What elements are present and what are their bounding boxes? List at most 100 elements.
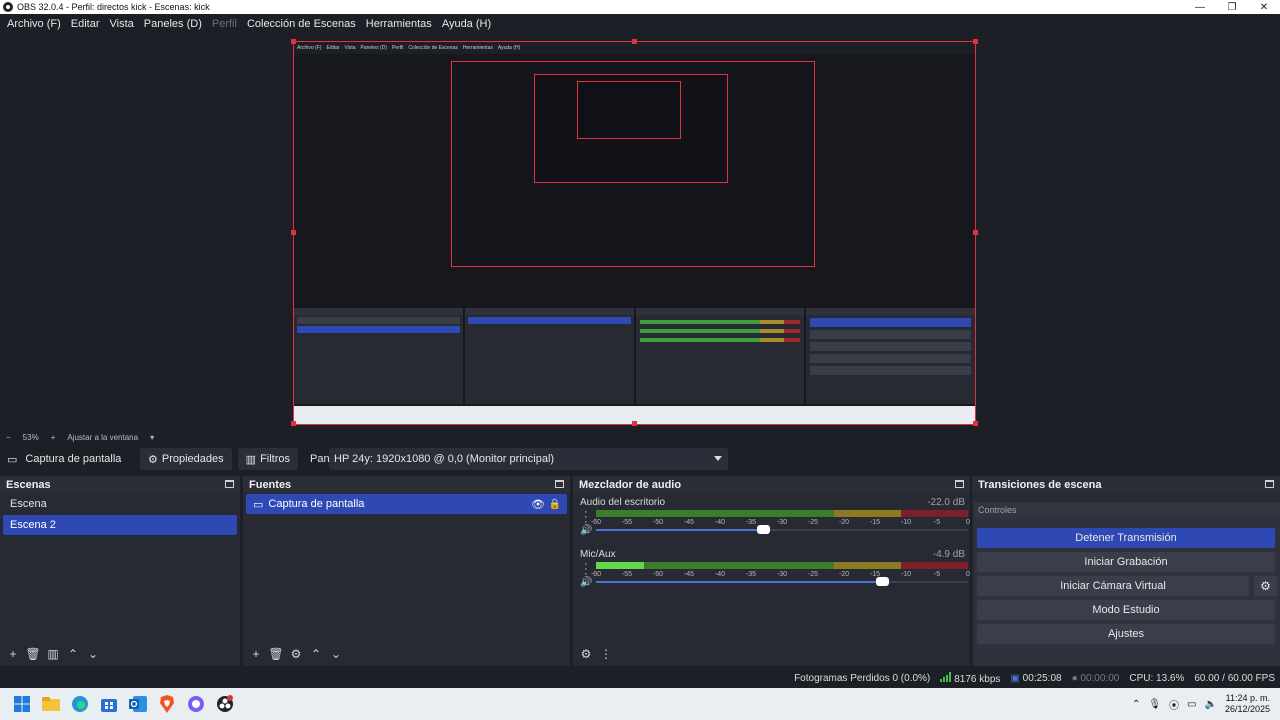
stop-stream-button[interactable]: Detener Transmisión <box>977 528 1275 548</box>
undock-icon[interactable] <box>555 480 564 488</box>
nested-docks <box>294 308 975 404</box>
trash-icon[interactable]: 🗑 <box>268 647 283 661</box>
clock-time: 11:24 p. m. <box>1225 693 1270 703</box>
undock-icon[interactable] <box>1265 480 1274 488</box>
move-down-icon[interactable]: ⌄ <box>86 647 100 661</box>
window-title: OBS 32.0.4 - Perfil: directos kick - Esc… <box>17 2 210 12</box>
display-icon[interactable]: ▭ <box>1187 699 1196 710</box>
resize-handle[interactable] <box>291 421 296 426</box>
source-item[interactable]: ▭ Captura de pantalla 👁 🔒 <box>246 494 567 514</box>
nested-menu-item: Perfil <box>391 45 404 51</box>
obs-taskbar-icon[interactable] <box>210 690 239 719</box>
volume-meter <box>596 510 968 517</box>
menu-item[interactable]: Editar <box>66 18 105 30</box>
volume-slider[interactable] <box>596 577 968 586</box>
messenger-icon[interactable] <box>181 690 210 719</box>
scene-filters-icon[interactable]: ▥ <box>46 647 60 661</box>
add-icon[interactable]: + <box>6 647 20 661</box>
scenes-dock-header: Escenas <box>0 476 240 493</box>
resize-handle[interactable] <box>632 421 637 426</box>
channel-menu-icon[interactable]: · · · <box>584 559 588 580</box>
selected-source-name: Captura de pantalla <box>25 453 122 465</box>
outlook-icon[interactable] <box>123 690 152 719</box>
start-virtual-camera-button[interactable]: Iniciar Cámara Virtual <box>977 576 1249 596</box>
windows-start-icon[interactable] <box>7 690 36 719</box>
lock-icon[interactable]: 🔒 <box>549 499 561 510</box>
sources-dock: Fuentes ▭ Captura de pantalla 👁 🔒 + 🗑 ⚙ … <box>243 476 570 666</box>
resize-handle[interactable] <box>973 421 978 426</box>
volume-slider-handle[interactable] <box>757 525 771 534</box>
meter-tick-label: -15 <box>869 519 881 526</box>
transitions-title: Transiciones de escena <box>978 478 1102 491</box>
undock-icon[interactable] <box>955 480 964 488</box>
volume-slider[interactable] <box>596 525 968 534</box>
speaker-icon[interactable]: 🔊 <box>580 577 592 588</box>
menu-item[interactable]: Colección de Escenas <box>242 18 361 30</box>
edge-browser-icon[interactable] <box>65 690 94 719</box>
monitor-icon: ▭ <box>253 498 264 511</box>
gear-icon[interactable]: ⚙ <box>289 647 303 661</box>
network-icon[interactable]: ⦿ <box>1169 697 1179 712</box>
fit-to-window-button[interactable]: Ajustar a la ventana <box>67 433 138 442</box>
close-button[interactable]: ✕ <box>1248 2 1280 13</box>
resize-handle[interactable] <box>291 39 296 44</box>
undock-icon[interactable] <box>225 480 234 488</box>
eye-icon[interactable]: 👁 <box>531 498 545 511</box>
zoom-dropdown-icon[interactable]: ▾ <box>150 433 154 442</box>
audio-channel: Mic/Aux -4.9 dB · · · -60 -55 -50 -45 -40 -35 -30 -2… <box>573 545 970 597</box>
scene-item[interactable]: Escena <box>3 494 237 514</box>
preview-canvas[interactable]: Archivo (F) Editar Vista Paneles (D) Perfil C… <box>293 41 976 425</box>
menu-item[interactable]: Herramientas <box>361 18 437 30</box>
resize-handle[interactable] <box>973 39 978 44</box>
stream-time: ▣ 00:25:08 <box>1010 673 1061 684</box>
menu-item[interactable]: Archivo (F) <box>2 18 66 30</box>
meter-ticks: -60 -55 -50 -45 -40 -35 -30 -25 -20 -15 -10 -5 0 <box>591 519 970 529</box>
menu-item[interactable]: Perfil <box>207 18 242 30</box>
zoom-out-button[interactable]: − <box>6 433 11 442</box>
restore-button[interactable]: ❐ <box>1216 2 1248 13</box>
move-up-icon[interactable]: ⌃ <box>66 647 80 661</box>
bitrate-value: 8176 kbps <box>954 673 1001 685</box>
chevron-up-icon[interactable]: ⌃ <box>1132 699 1140 710</box>
minimize-button[interactable]: — <box>1184 2 1216 13</box>
filters-button[interactable]: ▥ Filtros <box>237 448 299 470</box>
meter-tick-label: -35 <box>745 519 757 526</box>
virtual-camera-settings-button[interactable]: ⚙ <box>1254 576 1277 596</box>
brave-browser-icon[interactable] <box>152 690 181 719</box>
move-down-icon[interactable]: ⌄ <box>329 647 343 661</box>
menu-item[interactable]: Vista <box>105 18 139 30</box>
nested-menu-item: Vista <box>344 45 356 51</box>
meter-tick-label: -25 <box>807 519 819 526</box>
resize-handle[interactable] <box>973 230 978 235</box>
add-icon[interactable]: + <box>249 647 263 661</box>
mixer-menu-icon[interactable]: ⋮ <box>599 647 613 661</box>
display-select[interactable]: HP 24y: 1920x1080 @ 0,0 (Monitor princip… <box>329 448 728 470</box>
chevron-down-icon <box>714 456 722 461</box>
studio-mode-button[interactable]: Modo Estudio <box>977 600 1275 620</box>
resize-handle[interactable] <box>291 230 296 235</box>
speaker-icon[interactable]: 🔊 <box>580 525 592 536</box>
scenes-dock-title: Escenas <box>6 478 51 491</box>
file-explorer-icon[interactable] <box>36 690 65 719</box>
meter-tick-label: -10 <box>900 519 912 526</box>
preview-area[interactable]: Archivo (F) Editar Vista Paneles (D) Perfil C… <box>0 34 1280 430</box>
trash-icon[interactable]: 🗑 <box>25 647 40 661</box>
menu-item[interactable]: Paneles (D) <box>139 18 207 30</box>
start-recording-button[interactable]: Iniciar Grabación <box>977 552 1275 572</box>
advanced-audio-icon[interactable]: ⚙ <box>579 647 593 661</box>
audio-mixer-header: Mezclador de audio <box>573 476 970 493</box>
speaker-icon[interactable]: 🔈 <box>1205 699 1217 710</box>
clock[interactable]: 11:24 p. m. 26/12/2025 <box>1225 693 1270 715</box>
store-icon[interactable] <box>94 690 123 719</box>
properties-button[interactable]: ⚙ Propiedades <box>140 448 232 470</box>
zoom-in-button[interactable]: + <box>51 433 56 442</box>
channel-menu-icon[interactable]: · · · <box>584 507 588 528</box>
microphone-icon[interactable]: 🎙 <box>1148 699 1161 710</box>
menu-item[interactable]: Ayuda (H) <box>437 18 496 30</box>
move-up-icon[interactable]: ⌃ <box>309 647 323 661</box>
settings-button[interactable]: Ajustes <box>977 624 1275 644</box>
meter-tick-label: 0 <box>966 571 970 578</box>
volume-slider-handle[interactable] <box>876 577 890 586</box>
scene-item[interactable]: Escena 2 <box>3 515 237 535</box>
resize-handle[interactable] <box>632 39 637 44</box>
